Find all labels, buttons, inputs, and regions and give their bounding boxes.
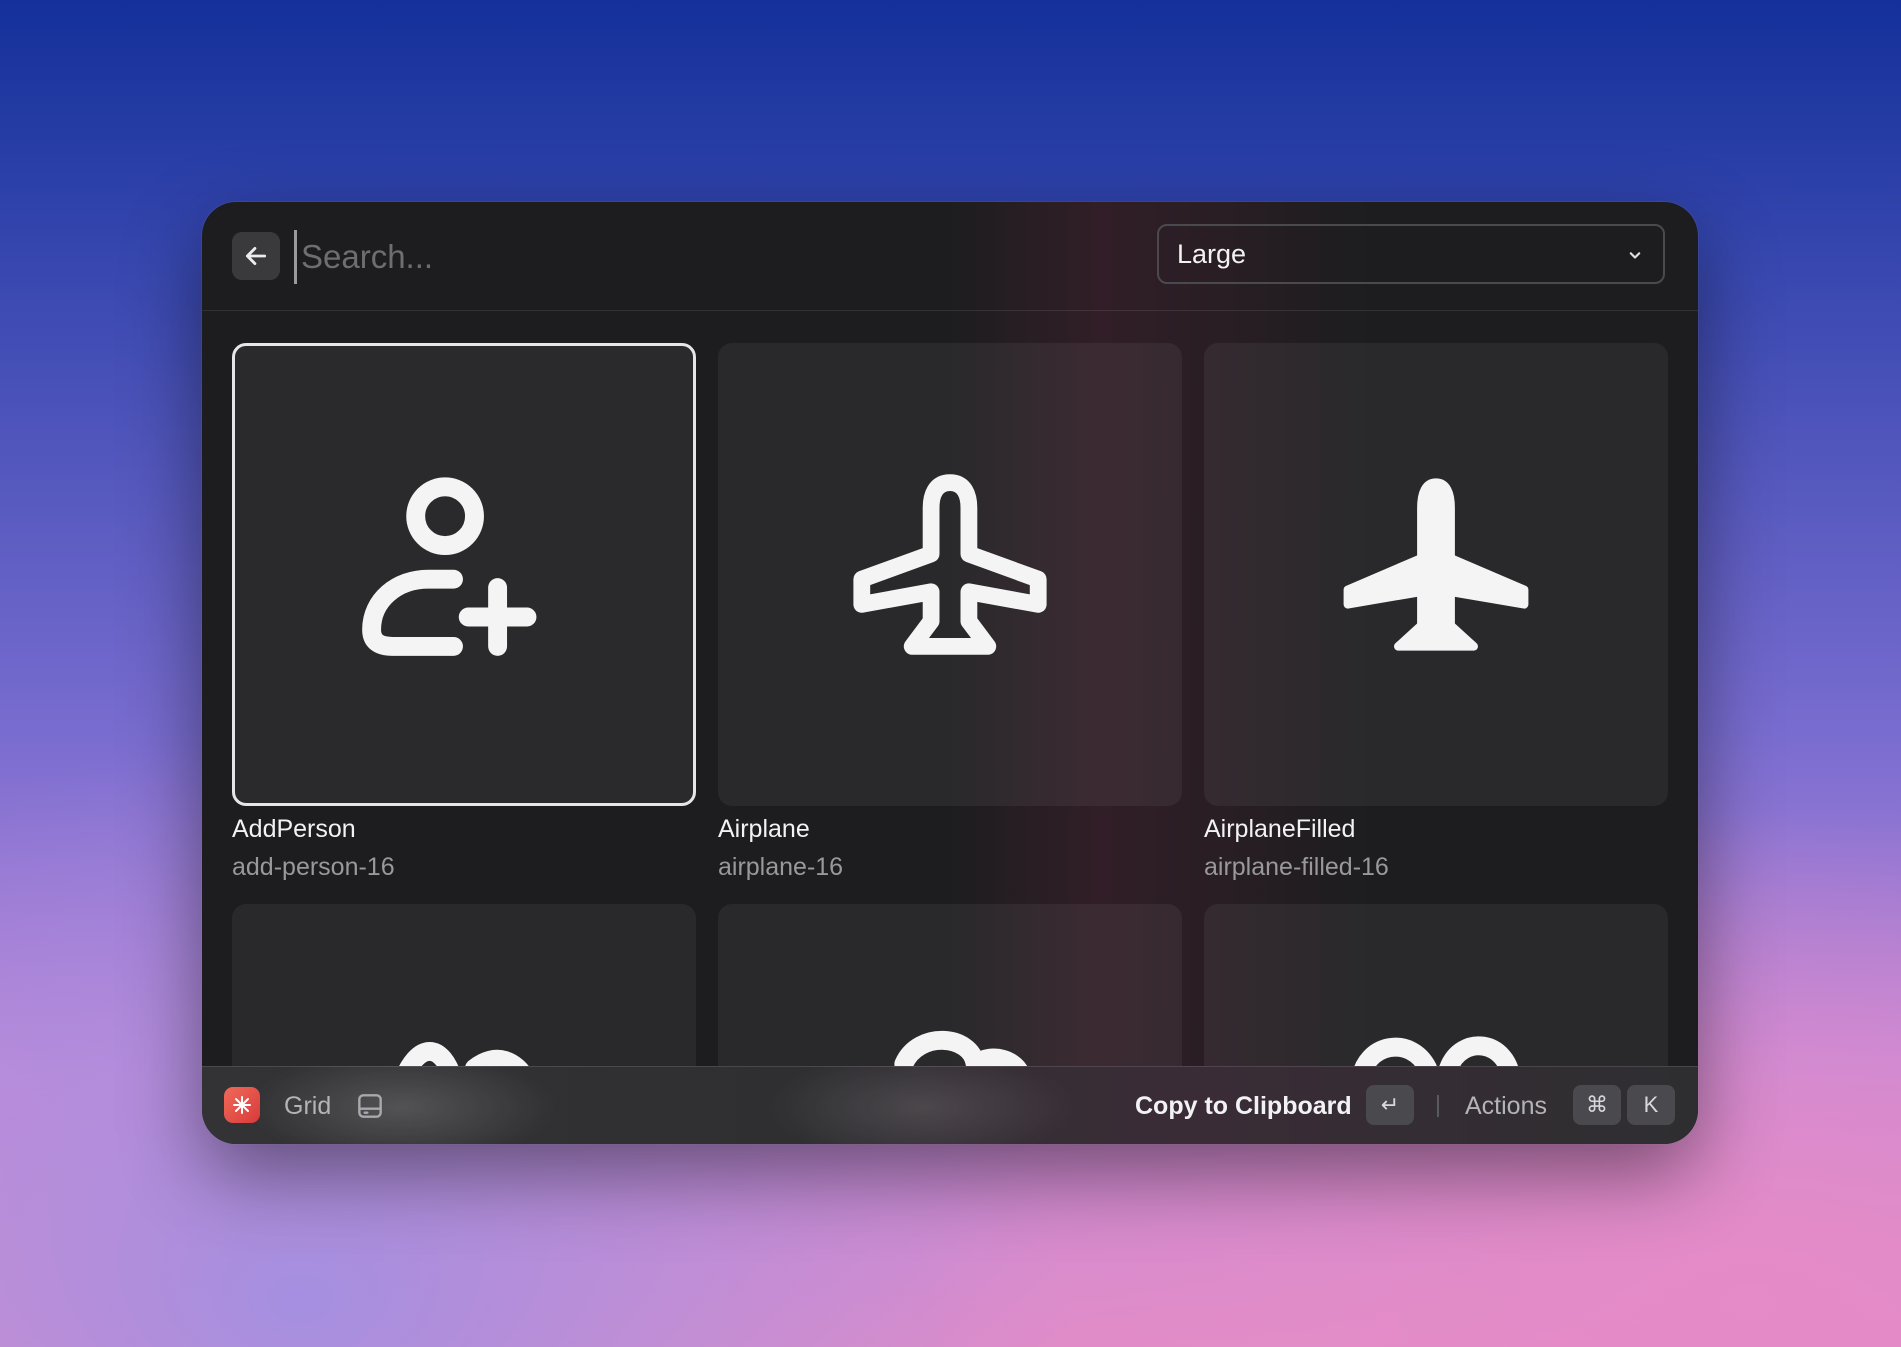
item-subtitle: airplane-16	[718, 853, 844, 881]
icon-tile-airplane[interactable]	[718, 343, 1182, 806]
airplane-icon	[853, 473, 1047, 655]
enter-key-hint: ↵	[1366, 1085, 1414, 1125]
k-key-hint: K	[1627, 1085, 1675, 1125]
launcher-window: Large AddPerson add-person-16 Airplane a…	[202, 202, 1698, 1144]
actions-button[interactable]: Actions	[1465, 1092, 1547, 1121]
item-title: AddPerson	[232, 815, 356, 843]
item-subtitle: airplane-filled-16	[1204, 853, 1389, 881]
copy-to-clipboard-action[interactable]: Copy to Clipboard	[1135, 1092, 1352, 1121]
icon-tile-airplane-filled[interactable]	[1204, 343, 1668, 806]
arrow-left-icon	[245, 247, 267, 265]
item-subtitle: add-person-16	[232, 853, 395, 881]
chevron-down-icon	[1629, 252, 1641, 259]
icon-tile-partial[interactable]	[718, 904, 1182, 1074]
command-key-hint: ⌘	[1573, 1085, 1621, 1125]
item-title: Airplane	[718, 815, 810, 843]
search-bar: Large	[202, 202, 1698, 311]
back-button[interactable]	[232, 232, 280, 280]
size-dropdown-value: Large	[1177, 238, 1247, 269]
app-logo-icon	[233, 1096, 251, 1114]
divider	[1437, 1095, 1439, 1117]
app-icon	[224, 1087, 260, 1123]
action-bar: Grid Copy to Clipboard ↵ Actions ⌘ K	[202, 1066, 1698, 1144]
icon-tile-partial[interactable]	[232, 904, 696, 1074]
item-title: AirplaneFilled	[1204, 815, 1356, 843]
icon-tile-partial[interactable]	[1204, 904, 1668, 1074]
search-input[interactable]	[294, 230, 1101, 284]
icon-tile-add-person[interactable]	[232, 343, 696, 806]
add-person-icon	[362, 476, 537, 656]
airplane-filled-icon	[1343, 477, 1529, 651]
drive-icon	[358, 1094, 382, 1118]
size-dropdown[interactable]: Large	[1157, 224, 1665, 284]
view-mode-label: Grid	[284, 1092, 332, 1120]
